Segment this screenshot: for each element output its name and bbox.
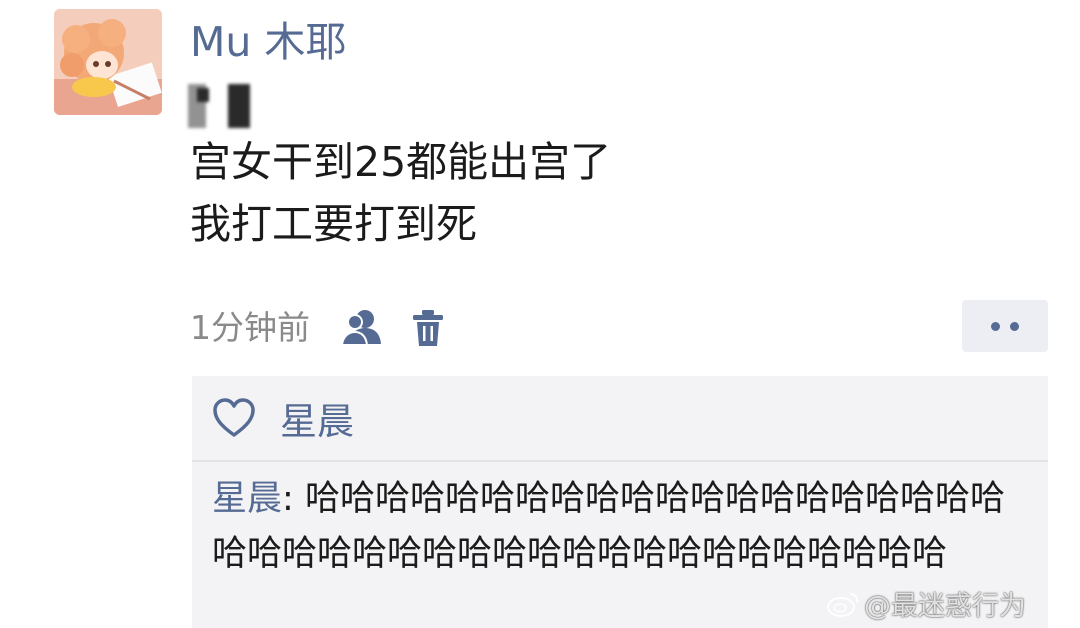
timestamp: 1分钟前 [190,308,310,347]
more-dots-icon [991,321,1000,331]
watermark: @最迷惑行为 [826,584,1026,623]
avatar-illustration [54,9,162,115]
username[interactable]: Mu 木耶 [190,16,346,68]
watermark-text: @最迷惑行为 [864,591,1026,622]
likes-row: 星晨 [212,390,354,446]
more-options-button[interactable] [962,300,1048,352]
heart-outline-icon [212,398,256,438]
post-text-line: 我打工要打到死 [190,200,477,248]
censored-block [228,84,250,128]
post-meta: 1分钟前 [190,301,446,355]
censored-block [197,88,209,102]
friends-visibility-icon[interactable] [340,306,384,350]
trash-icon[interactable] [410,306,446,350]
more-dots-icon [1010,321,1019,331]
avatar[interactable] [54,9,162,115]
comment-separator: : [282,479,305,519]
divider [192,460,1048,462]
weibo-logo-icon [827,592,859,617]
comment-text: 哈哈哈哈哈哈哈哈哈哈哈哈哈哈哈哈哈哈哈哈哈哈哈哈哈哈哈哈哈哈哈哈哈哈哈哈哈哈哈哈… [212,479,1005,574]
post-text-line: 宫女干到25都能出宫了 [190,138,612,186]
liker-name[interactable]: 星晨 [280,391,354,445]
comment-author[interactable]: 星晨 [212,479,282,519]
comment-item[interactable]: 星晨: 哈哈哈哈哈哈哈哈哈哈哈哈哈哈哈哈哈哈哈哈哈哈哈哈哈哈哈哈哈哈哈哈哈哈哈哈… [212,472,1032,582]
